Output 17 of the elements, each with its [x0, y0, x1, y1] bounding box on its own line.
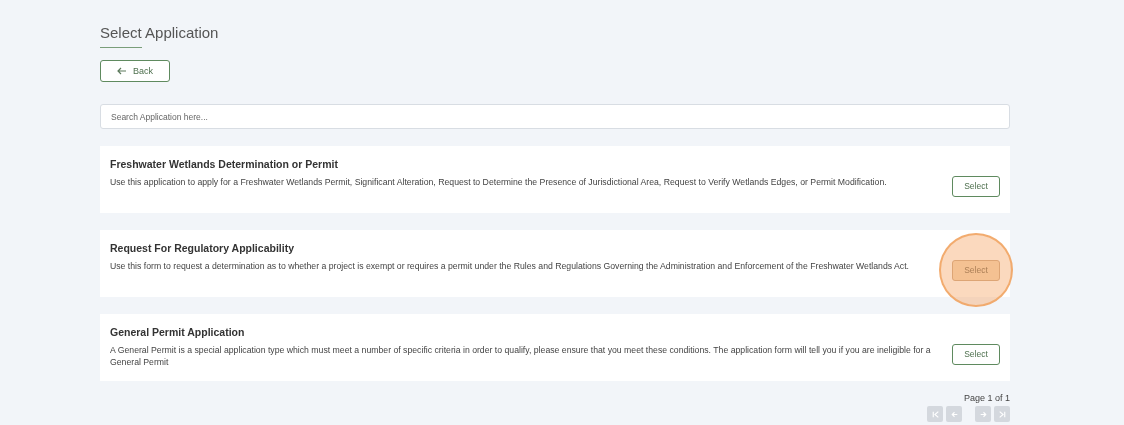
arrow-icon	[117, 67, 127, 75]
select-button[interactable]: Select	[952, 343, 1000, 365]
application-title: Request For Regulatory Applicability	[110, 242, 295, 254]
back-button[interactable]: Back	[100, 60, 170, 82]
last-page-icon	[997, 409, 1007, 419]
page-title: Select Application	[100, 24, 219, 48]
application-title: General Permit Application	[110, 326, 246, 338]
arrow-left-icon	[949, 409, 959, 419]
application-description: Use this application to apply for a Freshwater Wetlands Permit, Significant Alteration, Request to Determine the Presence of Jurisdictional Area, Request to Verify Wetlands Edges, or Permit Modification.	[110, 176, 888, 188]
application-description: A General Permit is a special application type which must meet a number of specific criteria in order to qualify, please ensure that you meet these conditions. The application form will tell you if you are ineligible for a General Permit	[110, 344, 932, 368]
search-field[interactable]: Search Application here...	[100, 104, 1010, 129]
application-description: Use this form to request a determination as to whether a project is exempt or requires a permit under the Rules and Regulations Governing the Administration and Enforcement of the Freshwater Wetlands Act.	[110, 260, 910, 272]
application-title: Freshwater Wetlands Determination or Permit	[110, 158, 339, 170]
page-indicator: Page 1 of 1	[963, 393, 1010, 403]
first-page-icon	[930, 409, 940, 419]
arrow-right-icon	[978, 409, 988, 419]
select-button[interactable]: Select	[952, 175, 1000, 197]
